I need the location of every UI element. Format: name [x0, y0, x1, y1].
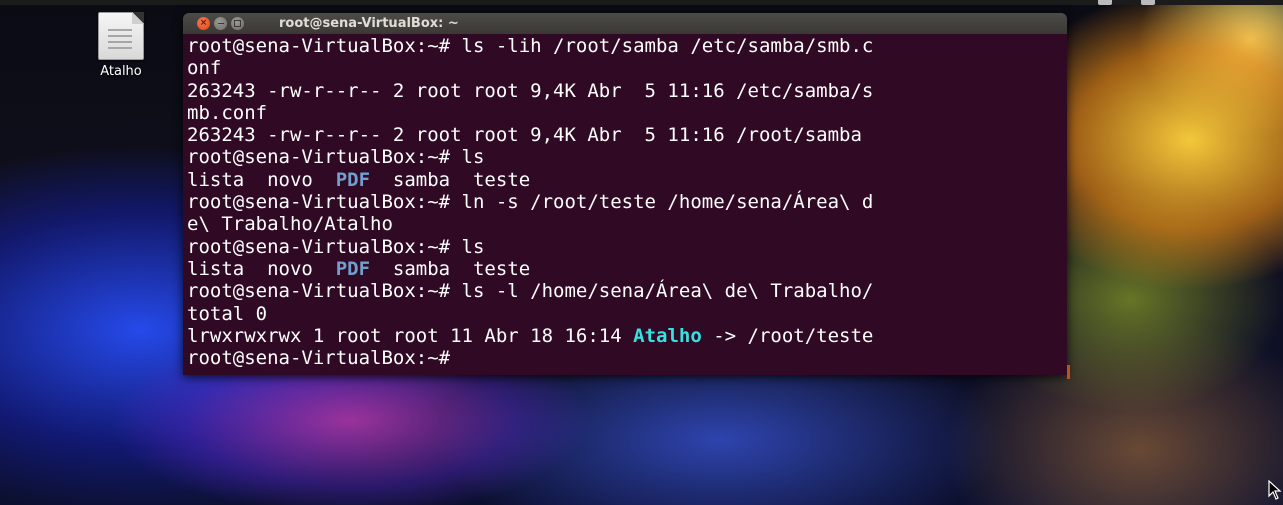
symlink-name: Atalho	[633, 324, 702, 347]
terminal-line: root@sena-VirtualBox:~# ls	[187, 235, 485, 258]
terminal-line: 263243 -rw-r--r-- 2 root root 9,4K Abr 5…	[187, 124, 862, 147]
terminal-text: lrwxrwxrwx 1 root root 11 Abr 18 16:14	[187, 324, 634, 347]
terminal-line: lista novo PDF samba teste	[187, 258, 1067, 280]
directory-name: PDF	[335, 168, 371, 191]
terminal-line: lrwxrwxrwx 1 root root 11 Abr 18 16:14 A…	[187, 325, 1067, 347]
minimize-button[interactable]	[214, 17, 227, 30]
window-edge	[1067, 365, 1070, 379]
close-icon: ×	[199, 18, 208, 28]
text-file-icon	[98, 12, 144, 60]
terminal-line: root@sena-VirtualBox:~# ls	[187, 146, 485, 169]
terminal-line: root@sena-VirtualBox:~# ls -l /home/sena…	[187, 280, 874, 303]
terminal-text: -> /root/teste	[701, 324, 874, 347]
close-button[interactable]: ×	[197, 17, 210, 30]
terminal-titlebar[interactable]: × root@sena-VirtualBox: ~	[183, 13, 1067, 34]
directory-name: PDF	[335, 257, 371, 280]
terminal-line: root@sena-VirtualBox:~#	[187, 347, 462, 370]
minimize-icon	[217, 23, 224, 24]
top-panel	[0, 0, 1283, 5]
mouse-cursor-icon	[1268, 479, 1282, 504]
terminal-text: samba teste	[370, 168, 531, 191]
terminal-text: lista novo	[187, 168, 336, 191]
terminal-window[interactable]: × root@sena-VirtualBox: ~ root@sena-Virt…	[183, 13, 1070, 379]
desktop-icon-atalho[interactable]: Atalho	[82, 12, 160, 79]
terminal-text: samba teste	[370, 257, 531, 280]
maximize-icon	[234, 20, 241, 27]
terminal-line: mb.conf	[187, 101, 268, 124]
terminal-text: lista novo	[187, 257, 336, 280]
tray-icon[interactable]	[1141, 0, 1155, 5]
terminal-line: root@sena-VirtualBox:~# ln -s /root/test…	[187, 191, 874, 214]
terminal-line: onf	[187, 57, 222, 80]
terminal-output[interactable]: root@sena-VirtualBox:~# ls -lih /root/sa…	[183, 34, 1067, 375]
terminal-line: e\ Trabalho/Atalho	[187, 213, 393, 236]
maximize-button[interactable]	[231, 17, 244, 30]
window-title: root@sena-VirtualBox: ~	[279, 16, 459, 31]
terminal-line: lista novo PDF samba teste	[187, 169, 1067, 191]
terminal-line: 263243 -rw-r--r-- 2 root root 9,4K Abr 5…	[187, 79, 874, 102]
terminal-line: total 0	[187, 302, 268, 325]
tray-icon[interactable]	[1098, 0, 1112, 5]
desktop-icon-label: Atalho	[100, 64, 142, 79]
terminal-line: root@sena-VirtualBox:~# ls -lih /root/sa…	[187, 35, 874, 57]
